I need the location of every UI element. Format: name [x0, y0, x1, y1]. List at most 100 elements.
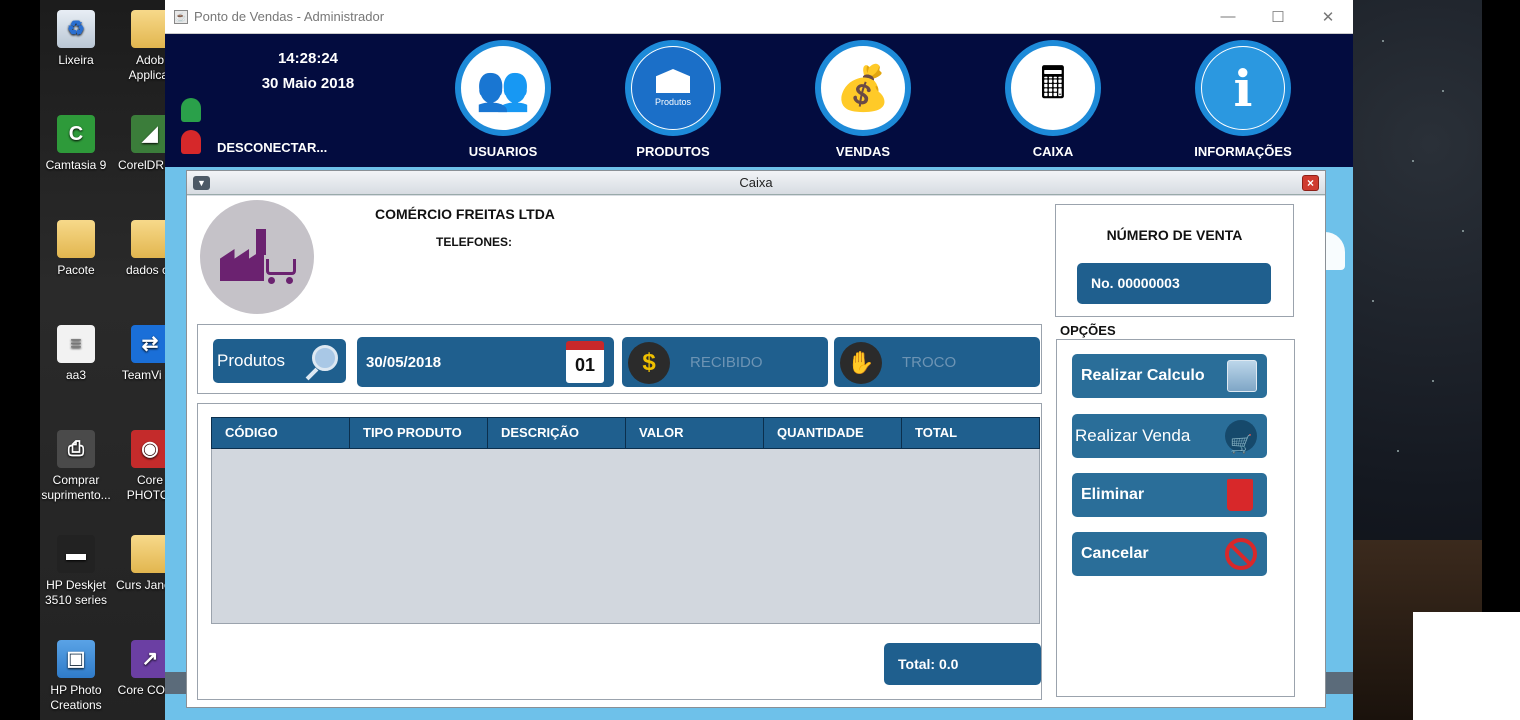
sale-number-value: No. 00000003: [1077, 263, 1271, 304]
desktop-icon-label: aa3: [65, 368, 87, 382]
desktop-icon-pacote[interactable]: Pacote: [40, 220, 112, 278]
total-display: Total: 0.0: [884, 643, 1041, 685]
dollar-coin-icon: $: [628, 342, 670, 384]
column-header-total[interactable]: TOTAL: [902, 418, 1039, 448]
calendar-icon[interactable]: 01: [566, 341, 604, 383]
star: [1382, 40, 1384, 42]
button-label: Realizar Venda: [1075, 426, 1191, 445]
corel-connect-icon: ↗: [131, 640, 169, 678]
desktop-icon-comprar[interactable]: ⎙ Comprar suprimento...: [40, 430, 112, 503]
white-overlay: [1413, 612, 1520, 720]
java-app-icon: ☕: [174, 9, 188, 24]
maximize-button[interactable]: ☐: [1253, 8, 1303, 26]
nav-label: PRODUTOS: [636, 144, 710, 159]
desktop-icon-lixeira[interactable]: ♻ Lixeira: [40, 10, 112, 68]
eliminar-button[interactable]: Eliminar: [1072, 473, 1267, 517]
items-table-body[interactable]: [211, 449, 1040, 624]
caixa-internal-frame: ▼ Caixa × COMÉRCIO FREITAS LTDA TELEFONE…: [186, 170, 1326, 708]
cancelar-button[interactable]: Cancelar: [1072, 532, 1267, 576]
company-name: COMÉRCIO FREITAS LTDA: [375, 206, 555, 222]
realizar-calculo-button[interactable]: Realizar Calculo: [1072, 354, 1267, 398]
produtos-search-button[interactable]: Produtos: [213, 339, 346, 383]
magnifier-icon: [312, 345, 338, 371]
desktop-icon-hp-photo[interactable]: ▣ HP Photo Creations: [40, 640, 112, 713]
date-field[interactable]: 30/05/2018 01: [357, 337, 614, 387]
clock: 14:28:24 30 Maio 2018: [253, 46, 363, 96]
app-window: ☕ Ponto de Vendas - Administrador — ☐ ✕ …: [165, 0, 1353, 720]
caixa-body: COMÉRCIO FREITAS LTDA TELEFONES: NÚMERO …: [187, 196, 1325, 707]
star: [1412, 160, 1414, 162]
star: [1442, 90, 1444, 92]
desktop-area: ♻ Lixeira C Camtasia 9 Pacote ≡ aa3 ⎙ Co…: [40, 0, 184, 720]
cancel-icon: [1225, 538, 1257, 570]
window-titlebar[interactable]: ☕ Ponto de Vendas - Administrador — ☐ ✕: [165, 0, 1353, 34]
nav-caixa-button[interactable]: 🖩 CAIXA: [983, 40, 1123, 159]
column-header-tipo-produto[interactable]: TIPO PRODUTO: [350, 418, 488, 448]
hand-money-icon: ✋: [840, 342, 882, 384]
star: [1397, 450, 1399, 452]
close-window-button[interactable]: ✕: [1303, 8, 1353, 26]
money-stack-icon: 💰: [815, 40, 911, 136]
desktop-icon-camtasia[interactable]: C Camtasia 9: [40, 115, 112, 173]
users-icon: 👥: [455, 40, 551, 136]
items-table-panel: CÓDIGO TIPO PRODUTO DESCRIÇÃO VALOR QUAN…: [197, 403, 1042, 700]
nav-vendas-button[interactable]: 💰 VENDAS: [793, 40, 933, 159]
nav-produtos-button[interactable]: Produtos PRODUTOS: [603, 40, 743, 159]
camtasia-icon: C: [57, 115, 95, 153]
desktop-icon-hp-deskjet[interactable]: ▬ HP Deskjet 3510 series: [40, 535, 112, 608]
recibido-placeholder: RECIBIDO: [690, 353, 763, 371]
column-header-descricao[interactable]: DESCRIÇÃO: [488, 418, 626, 448]
options-panel: Realizar Calculo Realizar Venda Eliminar…: [1056, 339, 1295, 697]
sale-number-panel: NÚMERO DE VENTA No. 00000003: [1055, 204, 1294, 317]
minimize-button[interactable]: —: [1203, 8, 1253, 26]
desktop-icon-aa3[interactable]: ≡ aa3: [40, 325, 112, 383]
disconnect-link[interactable]: DESCONECTAR...: [217, 140, 327, 155]
corel-photo-icon: ◉: [131, 430, 169, 468]
frame-menu-button[interactable]: ▼: [193, 176, 210, 190]
company-logo: [200, 200, 314, 314]
folder-icon: [57, 220, 95, 258]
box-icon: [656, 69, 690, 93]
column-header-codigo[interactable]: CÓDIGO: [212, 418, 350, 448]
star: [1432, 380, 1434, 382]
date-value: 30/05/2018: [366, 353, 442, 371]
troco-placeholder: TROCO: [902, 353, 957, 371]
nav-label: VENDAS: [835, 144, 891, 159]
nav-usuarios-button[interactable]: 👥 USUARIOS: [433, 40, 573, 159]
button-label: Eliminar: [1081, 486, 1145, 503]
printer-icon: ⎙: [57, 430, 95, 468]
red-user-icon: [181, 130, 201, 154]
nav-label: CAIXA: [1032, 144, 1074, 159]
desktop-icon-label: Comprar suprimento...: [41, 473, 111, 502]
nav-label: USUARIOS: [468, 144, 538, 159]
teamviewer-icon: ⇄: [131, 325, 169, 363]
caixa-titlebar[interactable]: ▼ Caixa ×: [187, 171, 1325, 195]
cash-register-icon: 🖩: [1005, 40, 1101, 136]
realizar-venda-button[interactable]: Realizar Venda: [1072, 414, 1267, 466]
options-label: OPÇÕES: [1060, 323, 1116, 338]
column-header-valor[interactable]: VALOR: [626, 418, 764, 448]
sale-number-title: NÚMERO DE VENTA: [1106, 227, 1243, 243]
star: [1372, 300, 1374, 302]
factory-cart-icon: [216, 227, 298, 287]
produtos-label: Produtos: [217, 351, 286, 370]
disconnect-icon[interactable]: [181, 98, 201, 154]
table-header: CÓDIGO TIPO PRODUTO DESCRIÇÃO VALOR QUAN…: [211, 417, 1040, 449]
desktop-icon-label: HP Photo Creations: [50, 683, 102, 712]
hp-photo-icon: ▣: [57, 640, 95, 678]
folder-icon: [131, 10, 169, 48]
desktop-icon-label: HP Deskjet 3510 series: [44, 578, 108, 607]
frame-close-button[interactable]: ×: [1302, 175, 1319, 191]
products-box-icon: Produtos: [625, 40, 721, 136]
recycle-bin-icon: ♻: [57, 10, 95, 48]
calculator-icon: [1227, 360, 1257, 392]
info-icon: i: [1195, 40, 1291, 136]
hp-printer-icon: ▬: [57, 535, 95, 573]
button-label: Realizar Calculo: [1081, 367, 1205, 384]
window-title: Ponto de Vendas - Administrador: [194, 9, 385, 24]
column-header-quantidade[interactable]: QUANTIDADE: [764, 418, 902, 448]
nav-informacoes-button[interactable]: i INFORMAÇÕES: [1173, 40, 1313, 159]
troco-field[interactable]: ✋ TROCO: [834, 337, 1040, 387]
main-header: 14:28:24 30 Maio 2018 DESCONECTAR... 👥 U…: [165, 34, 1353, 167]
recibido-field[interactable]: $ RECIBIDO: [622, 337, 828, 387]
